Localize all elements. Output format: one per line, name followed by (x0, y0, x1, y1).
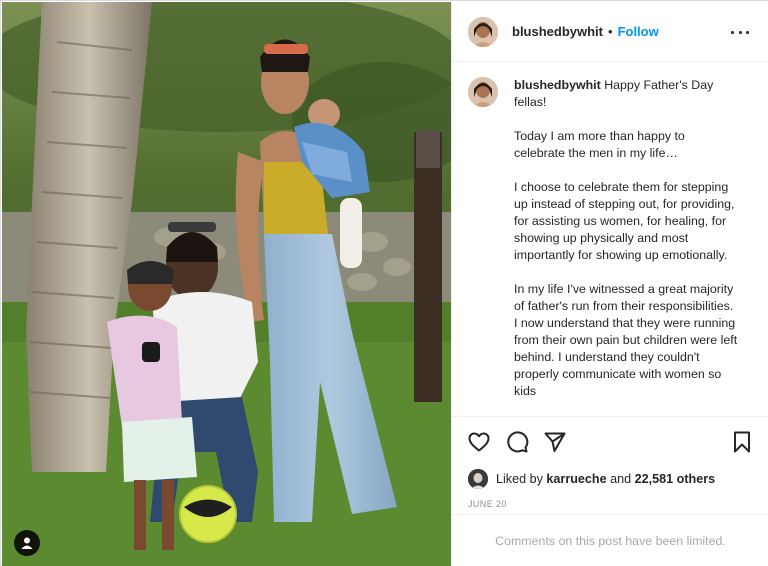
caption-paragraph: Today I am more than happy to celebrate … (514, 129, 685, 160)
user-icon (21, 537, 33, 549)
bookmark-icon (734, 431, 750, 453)
caption-author-avatar[interactable] (468, 77, 498, 107)
caption-paragraph: blushedbywhit Happy Father's Day fellas! (514, 77, 739, 111)
likes-connector: and (610, 472, 632, 486)
likes-summary[interactable]: Liked by karrueche and 22,581 others (468, 469, 715, 489)
author-username[interactable]: blushedbywhit (512, 24, 603, 39)
likes-count[interactable]: 22,581 others (635, 472, 716, 486)
post-header: blushedbywhit • Follow (452, 2, 768, 62)
family-photo-illustration (2, 2, 451, 566)
like-button[interactable] (467, 430, 491, 454)
post-actions-bar (452, 416, 768, 466)
follow-button[interactable]: Follow (618, 24, 659, 39)
caption-section: blushedbywhit Happy Father's Day fellas!… (452, 63, 768, 416)
header-separator: • (608, 24, 613, 39)
avatar-image (468, 16, 498, 47)
heart-icon (468, 432, 490, 452)
tagged-users-button[interactable] (14, 530, 40, 556)
more-horizontal-icon (731, 30, 734, 34)
caption-paragraph: In my life I've witnessed a great majori… (514, 282, 738, 398)
share-button[interactable] (543, 430, 567, 454)
author-avatar[interactable] (468, 16, 498, 47)
instagram-post-window: blushedbywhit • Follow blushedbywhit Hap… (0, 0, 768, 566)
post-side-panel: blushedbywhit • Follow blushedbywhit Hap… (451, 2, 768, 566)
more-horizontal-icon (746, 30, 749, 34)
caption-text: blushedbywhit Happy Father's Day fellas!… (514, 77, 739, 416)
more-horizontal-icon (738, 30, 742, 34)
liker-avatar[interactable] (468, 469, 488, 489)
save-button[interactable] (730, 430, 754, 454)
avatar-image (468, 77, 498, 107)
more-options-button[interactable] (731, 24, 749, 40)
likes-prefix: Liked by (496, 472, 543, 486)
liker-username[interactable]: karrueche (546, 472, 606, 486)
avatar-image (468, 469, 488, 489)
caption-paragraph: I choose to celebrate them for stepping … (514, 180, 735, 262)
post-photo[interactable] (2, 2, 451, 566)
caption-username[interactable]: blushedbywhit (514, 78, 601, 92)
comments-limited-notice: Comments on this post have been limited. (452, 514, 768, 566)
comment-icon (507, 431, 529, 453)
comment-button[interactable] (505, 430, 529, 454)
post-date[interactable]: June 20 (468, 499, 507, 509)
send-icon (544, 432, 566, 452)
